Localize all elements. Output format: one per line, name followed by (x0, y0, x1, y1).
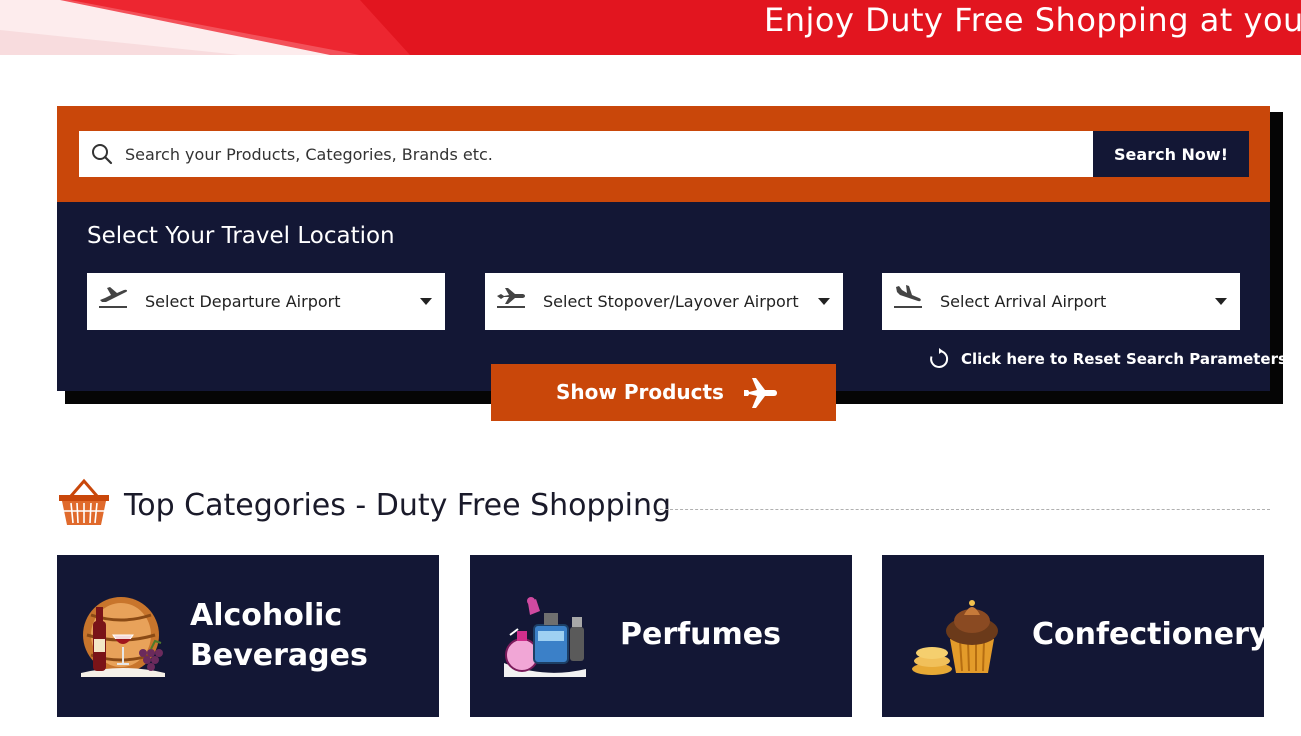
search-input[interactable] (125, 131, 1075, 177)
refresh-icon (930, 348, 949, 368)
stopover-plane-icon (497, 288, 525, 308)
travel-location-title: Select Your Travel Location (87, 223, 395, 249)
search-field[interactable] (79, 131, 1093, 177)
chevron-down-icon (818, 298, 830, 305)
reset-search-label: Click here to Reset Search Parameters (961, 350, 1287, 368)
category-label-line1: Alcoholic (190, 598, 343, 633)
search-icon (92, 144, 113, 165)
categories-heading: Top Categories - Duty Free Shopping (124, 488, 672, 523)
departure-airport-label: Select Departure Airport (145, 292, 341, 311)
wine-barrel-icon (81, 597, 165, 677)
category-label-line2: Beverages (190, 638, 368, 673)
basket-icon (59, 478, 109, 525)
departure-plane-icon (99, 287, 128, 308)
show-products-button[interactable]: Show Products (491, 364, 836, 421)
arrival-plane-icon (894, 285, 922, 308)
chevron-down-icon (1215, 298, 1227, 305)
category-label-line1: Confectionery (1032, 617, 1269, 652)
cupcake-icon (912, 600, 998, 675)
banner-text: Enjoy Duty Free Shopping at your (764, 1, 1301, 39)
airplane-icon (744, 378, 777, 408)
stopover-airport-label: Select Stopover/Layover Airport (543, 292, 799, 311)
show-products-label: Show Products (556, 380, 724, 404)
arrival-airport-label: Select Arrival Airport (940, 292, 1107, 311)
arrival-airport-select[interactable]: Select Arrival Airport (882, 273, 1240, 330)
promo-banner: Enjoy Duty Free Shopping at your (0, 0, 1301, 55)
heading-divider (660, 509, 1270, 510)
departure-airport-select[interactable]: Select Departure Airport (87, 273, 445, 330)
stopover-airport-select[interactable]: Select Stopover/Layover Airport (485, 273, 843, 330)
category-card-confectionery[interactable]: Confectionery (882, 555, 1268, 717)
category-card-perfumes[interactable]: Perfumes (470, 555, 852, 717)
banner-swoosh-graphic (0, 0, 410, 55)
perfume-bottles-icon (504, 597, 586, 677)
category-card-alcoholic-beverages[interactable]: Alcoholic Beverages (57, 555, 439, 717)
search-now-button[interactable]: Search Now! (1093, 131, 1249, 177)
category-label-line1: Perfumes (620, 617, 782, 652)
chevron-down-icon (420, 298, 432, 305)
